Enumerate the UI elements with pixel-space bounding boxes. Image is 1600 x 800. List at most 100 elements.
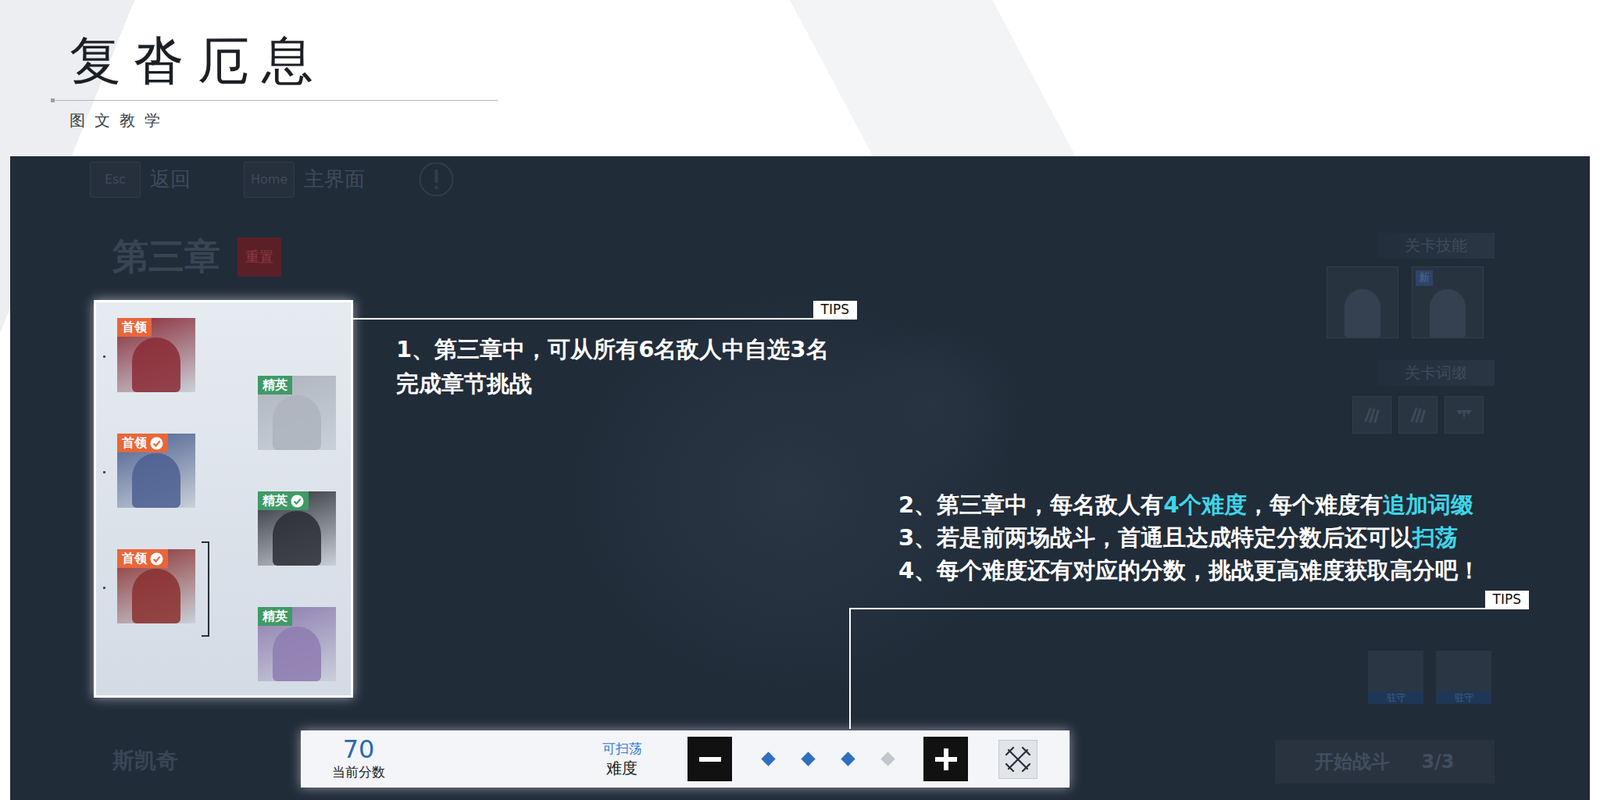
callout-stem xyxy=(849,609,851,729)
start-count: 3/3 xyxy=(1421,750,1454,773)
skill-icon[interactable] xyxy=(1326,266,1399,339)
tip-line: 完成章节挑战 xyxy=(396,366,858,401)
guard-tag: 驻守 xyxy=(1435,691,1492,704)
tutorial-page: 复沓厄息图文教学 Esc 返回 Home 主界面第三章重置 关卡技能新关卡词缀斯凯奇 驻守驻… xyxy=(0,0,1600,800)
key-cap: Home xyxy=(243,161,295,198)
bottom-right: 驻守驻守开始战斗 3/3 xyxy=(1275,650,1495,784)
new-badge: 新 xyxy=(1415,270,1433,286)
score-bar: 70当前分数 可扫荡难度 xyxy=(300,730,1070,788)
nav-button[interactable]: Home 主界面 xyxy=(243,161,365,198)
enemy-slot[interactable]: 首领 xyxy=(117,433,197,512)
page-title: 复沓厄息 xyxy=(69,29,326,93)
nav-button[interactable]: Esc 返回 xyxy=(89,161,191,198)
key-cap: Esc xyxy=(89,161,141,198)
tips-callout: 2、第三章中，每名敌人有4个难度，每个难度有追加词缀3、若是前两场战斗，首通且达… xyxy=(849,488,1529,729)
enemy-figure xyxy=(132,453,181,508)
guard-card[interactable]: 驻守 xyxy=(1435,650,1492,704)
selection-bracket xyxy=(201,541,210,637)
skills-label: 关卡技能 xyxy=(1377,232,1495,259)
tip-text: 4、每个难度还有对应的分数，挑战更高难度获取高分吧！ xyxy=(898,557,1481,584)
tips-tag: TIPS xyxy=(1485,590,1529,608)
difficulty-levels xyxy=(748,747,908,772)
difficulty-level[interactable] xyxy=(788,747,829,772)
enemy-figure xyxy=(272,626,322,682)
difficulty-level[interactable] xyxy=(828,747,868,772)
title-rule xyxy=(50,100,498,101)
rank-badge: 首领 xyxy=(117,433,168,453)
tip-text: 3、若是前两场战斗，首通且达成特定分数后还可以 xyxy=(898,524,1413,551)
skill-figure xyxy=(1344,289,1381,338)
enemy-figure xyxy=(132,337,181,393)
rank-badge: 首领 xyxy=(117,549,168,568)
page-subtitle: 图文教学 xyxy=(69,110,170,132)
tip-line: 2、第三章中，每名敌人有4个难度，每个难度有追加词缀 xyxy=(898,488,1529,522)
skill-row: 新 xyxy=(1326,266,1484,339)
tip-line: 1、第三章中，可从所有6名敌人中自选3名 xyxy=(396,332,858,367)
affix[interactable] xyxy=(1352,396,1392,434)
tips-tag: TIPS xyxy=(813,300,858,318)
rank-badge: 精英 xyxy=(257,607,293,626)
game-screen: Esc 返回 Home 主界面第三章重置 关卡技能新关卡词缀斯凯奇 驻守驻守开始战斗 3/3… xyxy=(10,156,1590,800)
score-value: 70 xyxy=(342,736,375,764)
level-panel: 关卡技能新关卡词缀 xyxy=(1326,232,1495,434)
enemy-slot[interactable]: 精英 xyxy=(257,607,338,686)
header: 复沓厄息图文教学 xyxy=(0,0,1600,157)
tip-line: 3、若是前两场战斗，首通且达成特定分数后还可以扫荡 xyxy=(898,521,1529,554)
enemy-slot[interactable]: 首领 xyxy=(117,317,197,397)
enemy-name: 斯凯奇 xyxy=(112,746,179,776)
diamond-icon xyxy=(880,751,895,766)
enemy-slot[interactable]: 精英 xyxy=(257,491,338,570)
chapter-title: 第三章 xyxy=(112,232,221,282)
tip-text: 2、第三章中，每名敌人有 xyxy=(898,491,1164,518)
difficulty-block: 可扫荡难度 xyxy=(590,739,654,779)
nav-label: 主界面 xyxy=(303,165,365,193)
affix[interactable] xyxy=(1398,396,1438,434)
start-button[interactable]: 开始战斗 3/3 xyxy=(1275,739,1495,784)
crossed-swords-icon xyxy=(1003,744,1033,775)
diamond-icon xyxy=(800,751,815,766)
tip-highlight: 4个难度 xyxy=(1163,491,1247,518)
decrease-button[interactable] xyxy=(687,736,733,782)
claw-icon xyxy=(1407,403,1429,426)
callout-line: TIPS xyxy=(353,300,858,320)
start-label: 开始战斗 xyxy=(1314,749,1390,775)
guard-card[interactable]: 驻守 xyxy=(1367,650,1424,704)
tip-text: ，每个难度有 xyxy=(1246,491,1383,518)
affix[interactable] xyxy=(1444,396,1484,434)
check-icon xyxy=(150,552,164,566)
difficulty-level[interactable] xyxy=(748,747,789,772)
reset-button[interactable]: 重置 xyxy=(237,237,282,277)
check-icon xyxy=(150,436,164,450)
enemy-figure xyxy=(272,510,322,566)
enemy-slot[interactable]: 精英 xyxy=(257,375,338,454)
nav-label: 返回 xyxy=(150,165,191,193)
affix-row xyxy=(1352,396,1484,434)
enemy-slot[interactable]: 首领 xyxy=(117,549,197,628)
plus-icon xyxy=(932,746,960,773)
score-label: 当前分数 xyxy=(332,763,386,782)
minus-icon xyxy=(696,746,724,773)
tip-highlight: 追加词缀 xyxy=(1382,491,1474,518)
chapter-row: 第三章重置 xyxy=(112,232,282,282)
claw-icon xyxy=(1360,403,1383,426)
tip-text-block: 2、第三章中，每名敌人有4个难度，每个难度有追加词缀3、若是前两场战斗，首通且达… xyxy=(849,488,1529,587)
increase-button[interactable] xyxy=(923,736,968,782)
tip-text: 1、第三章中，可从所有6名敌人中自选3名 xyxy=(396,335,829,363)
enemy-figure xyxy=(132,568,181,624)
check-icon xyxy=(290,494,304,508)
diamond-icon xyxy=(840,751,855,766)
callout-line: TIPS xyxy=(849,590,1529,610)
diamond-icon xyxy=(760,751,775,766)
battle-toggle[interactable] xyxy=(998,739,1038,779)
enemy-figure xyxy=(272,395,322,450)
fang-icon xyxy=(1453,403,1475,426)
info-icon[interactable] xyxy=(417,160,455,198)
rank-badge: 精英 xyxy=(257,375,293,395)
rank-badge: 首领 xyxy=(117,317,152,337)
difficulty-level[interactable] xyxy=(867,747,908,772)
guard-row: 驻守驻守 xyxy=(1367,650,1492,704)
rank-badge: 精英 xyxy=(257,491,309,511)
difficulty-label: 难度 xyxy=(606,757,638,779)
skill-icon[interactable]: 新 xyxy=(1411,266,1484,339)
affixes-label: 关卡词缀 xyxy=(1377,360,1495,386)
